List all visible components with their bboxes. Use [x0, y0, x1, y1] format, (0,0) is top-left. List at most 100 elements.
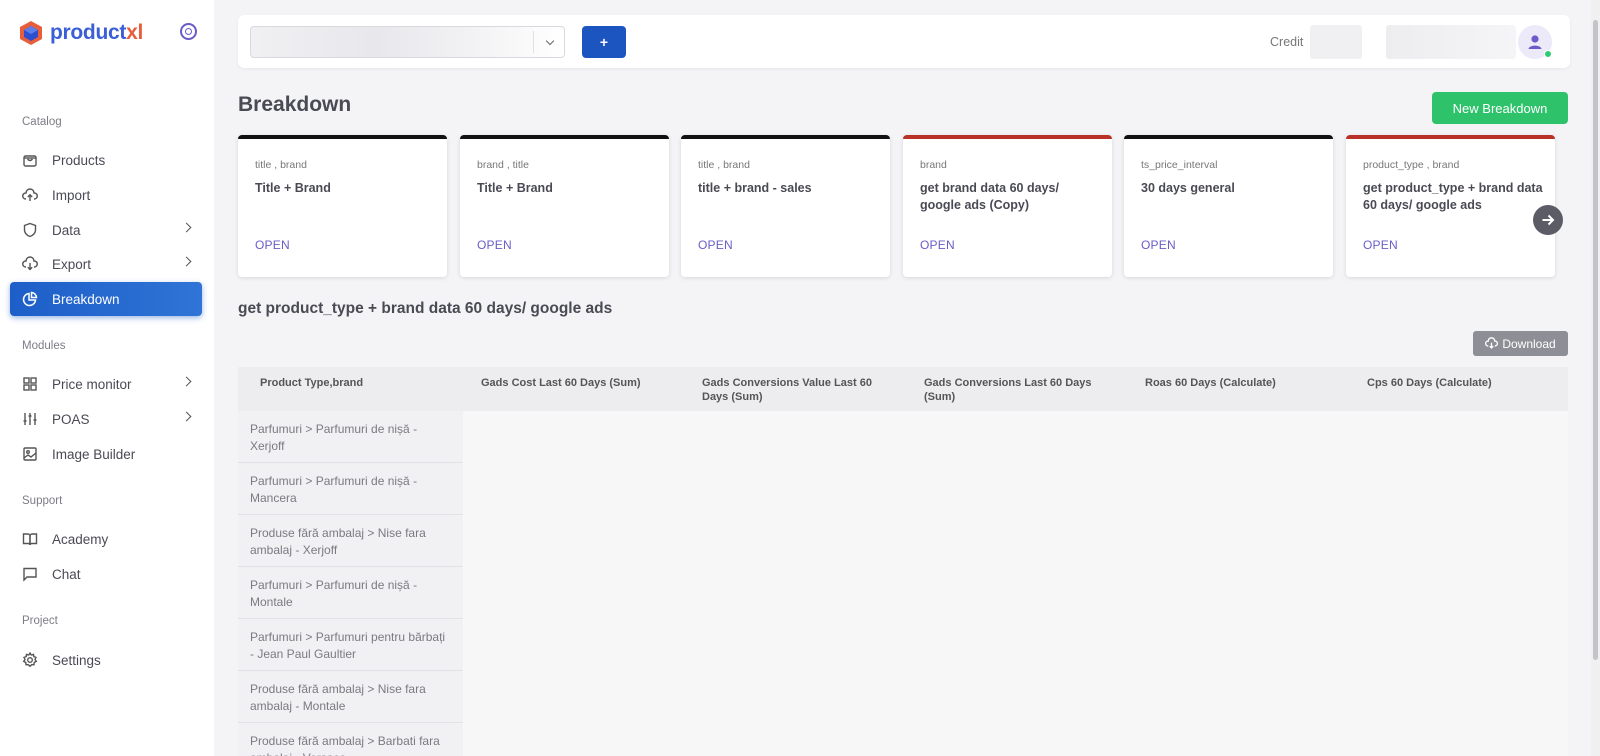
- chevron-right-icon: [181, 411, 192, 422]
- column-header[interactable]: Roas 60 Days (Calculate): [1145, 376, 1335, 390]
- sidebar-item-breakdown[interactable]: Breakdown: [10, 282, 202, 316]
- new-breakdown-button[interactable]: New Breakdown: [1432, 92, 1568, 124]
- table-row[interactable]: Parfumuri > Parfumuri de nișă - Montale: [238, 567, 463, 619]
- shopping-bag-icon: [22, 152, 38, 168]
- sidebar-item-export[interactable]: Export: [10, 247, 202, 281]
- top-bar: + Credit: [238, 15, 1570, 68]
- card-title: Title + Brand: [255, 181, 331, 195]
- sidebar-item-label: Breakdown: [52, 291, 120, 307]
- gear-icon: [22, 652, 38, 668]
- online-status-badge: [1544, 50, 1552, 58]
- section-label-modules: Modules: [22, 340, 66, 352]
- sidebar: productxl Catalog Products Import Data E…: [0, 0, 214, 756]
- cloud-upload-icon: [22, 187, 38, 203]
- table-row[interactable]: Parfumuri > Parfumuri de nișă - Xerjoff: [238, 411, 463, 463]
- sidebar-item-label: Image Builder: [52, 446, 136, 462]
- breakdown-card[interactable]: product_type , brand get product_type + …: [1346, 135, 1555, 277]
- page-scrollbar[interactable]: [1591, 0, 1600, 756]
- card-open-link[interactable]: OPEN: [920, 238, 955, 252]
- sidebar-item-products[interactable]: Products: [10, 143, 202, 177]
- chevron-right-icon: [181, 256, 192, 267]
- chevron-down-icon: [545, 36, 555, 46]
- column-header[interactable]: Gads Conversions Last 60 Days (Sum): [924, 376, 1114, 404]
- card-open-link[interactable]: OPEN: [698, 238, 733, 252]
- sidebar-item-label: Data: [52, 222, 81, 238]
- scrollbar-thumb[interactable]: [1593, 20, 1598, 660]
- sidebar-item-label: Settings: [52, 652, 101, 668]
- sidebar-item-label: Import: [52, 187, 91, 203]
- project-select[interactable]: [250, 26, 565, 58]
- breakdown-card[interactable]: ts_price_interval 30 days general OPEN: [1124, 135, 1333, 277]
- table-row[interactable]: Produse fără ambalaj > Nise fara ambalaj…: [238, 671, 463, 723]
- page-title: Breakdown: [238, 93, 352, 116]
- card-fields: title , brand: [255, 159, 307, 171]
- section-label-catalog: Catalog: [22, 116, 62, 128]
- select-divider: [533, 31, 534, 53]
- sidebar-item-poas[interactable]: POAS: [10, 402, 202, 436]
- table-body: Parfumuri > Parfumuri de nișă - Xerjoff …: [238, 411, 1568, 756]
- breakdown-card[interactable]: title , brand Title + Brand OPEN: [238, 135, 447, 277]
- report-title: get product_type + brand data 60 days/ g…: [238, 300, 613, 317]
- credit-value: [1310, 25, 1362, 59]
- sidebar-item-academy[interactable]: Academy: [10, 522, 202, 556]
- user-icon: [1528, 35, 1542, 49]
- add-project-button[interactable]: +: [582, 26, 626, 58]
- table-row[interactable]: Parfumuri > Parfumuri pentru bărbați - J…: [238, 619, 463, 671]
- sidebar-item-label: Price monitor: [52, 376, 132, 392]
- column-header[interactable]: Gads Conversions Value Last 60 Days (Sum…: [702, 376, 892, 404]
- avatar[interactable]: [1518, 25, 1552, 59]
- cloud-download-icon: [1485, 337, 1499, 349]
- card-fields: product_type , brand: [1363, 159, 1460, 171]
- card-open-link[interactable]: OPEN: [1141, 238, 1176, 252]
- row-labels: Parfumuri > Parfumuri de nișă - Xerjoff …: [238, 411, 463, 756]
- column-header[interactable]: Product Type,brand: [260, 376, 450, 390]
- sidebar-item-import[interactable]: Import: [10, 178, 202, 212]
- shield-icon: [22, 222, 38, 238]
- carousel-next-button[interactable]: [1533, 205, 1563, 235]
- sidebar-item-image-builder[interactable]: Image Builder: [10, 437, 202, 471]
- download-label: Download: [1502, 336, 1556, 351]
- sidebar-item-label: POAS: [52, 411, 90, 427]
- download-button[interactable]: Download: [1473, 331, 1568, 356]
- cloud-download-icon: [22, 256, 38, 272]
- pie-chart-icon: [22, 291, 38, 307]
- breakdown-card[interactable]: brand , title Title + Brand OPEN: [460, 135, 669, 277]
- sidebar-item-price-monitor[interactable]: Price monitor: [10, 367, 202, 401]
- chevron-right-icon: [181, 376, 192, 387]
- credit-label: Credit: [1270, 35, 1304, 49]
- breakdown-card[interactable]: title , brand title + brand - sales OPEN: [681, 135, 890, 277]
- book-icon: [22, 531, 38, 547]
- column-header[interactable]: Cps 60 Days (Calculate): [1367, 376, 1557, 390]
- user-name[interactable]: [1386, 25, 1516, 59]
- section-label-project: Project: [22, 615, 58, 627]
- sidebar-item-settings[interactable]: Settings: [10, 643, 202, 677]
- chat-bubble-icon: [22, 566, 38, 582]
- sidebar-item-label: Export: [52, 256, 92, 272]
- card-title: title + brand - sales: [698, 181, 812, 195]
- table-header: Product Type,brand Gads Cost Last 60 Day…: [238, 367, 1568, 411]
- grid-icon: [22, 376, 38, 392]
- card-title: Title + Brand: [477, 181, 553, 195]
- card-fields: brand: [920, 159, 947, 171]
- image-icon: [22, 446, 38, 462]
- sidebar-item-chat[interactable]: Chat: [10, 557, 202, 591]
- table-row[interactable]: Produse fără ambalaj > Barbati fara amba…: [238, 723, 463, 756]
- card-open-link[interactable]: OPEN: [477, 238, 512, 252]
- table-row[interactable]: Produse fără ambalaj > Nise fara ambalaj…: [238, 515, 463, 567]
- sidebar-toggle-icon[interactable]: [180, 23, 197, 40]
- sidebar-item-label: Academy: [52, 531, 109, 547]
- section-label-support: Support: [22, 495, 63, 507]
- sliders-icon: [22, 411, 38, 427]
- card-open-link[interactable]: OPEN: [1363, 238, 1398, 252]
- sidebar-item-data[interactable]: Data: [10, 213, 202, 247]
- card-fields: title , brand: [698, 159, 750, 171]
- column-header[interactable]: Gads Cost Last 60 Days (Sum): [481, 376, 681, 390]
- card-open-link[interactable]: OPEN: [255, 238, 290, 252]
- chevron-right-icon: [181, 222, 192, 233]
- logo[interactable]: productxl: [18, 20, 143, 46]
- table-row[interactable]: Parfumuri > Parfumuri de nișă - Mancera: [238, 463, 463, 515]
- sidebar-item-label: Chat: [52, 566, 81, 582]
- sidebar-item-label: Products: [52, 152, 106, 168]
- breakdown-card[interactable]: brand get brand data 60 days/ google ads…: [903, 135, 1112, 277]
- card-title: get product_type + brand data 60 days/ g…: [1363, 181, 1543, 212]
